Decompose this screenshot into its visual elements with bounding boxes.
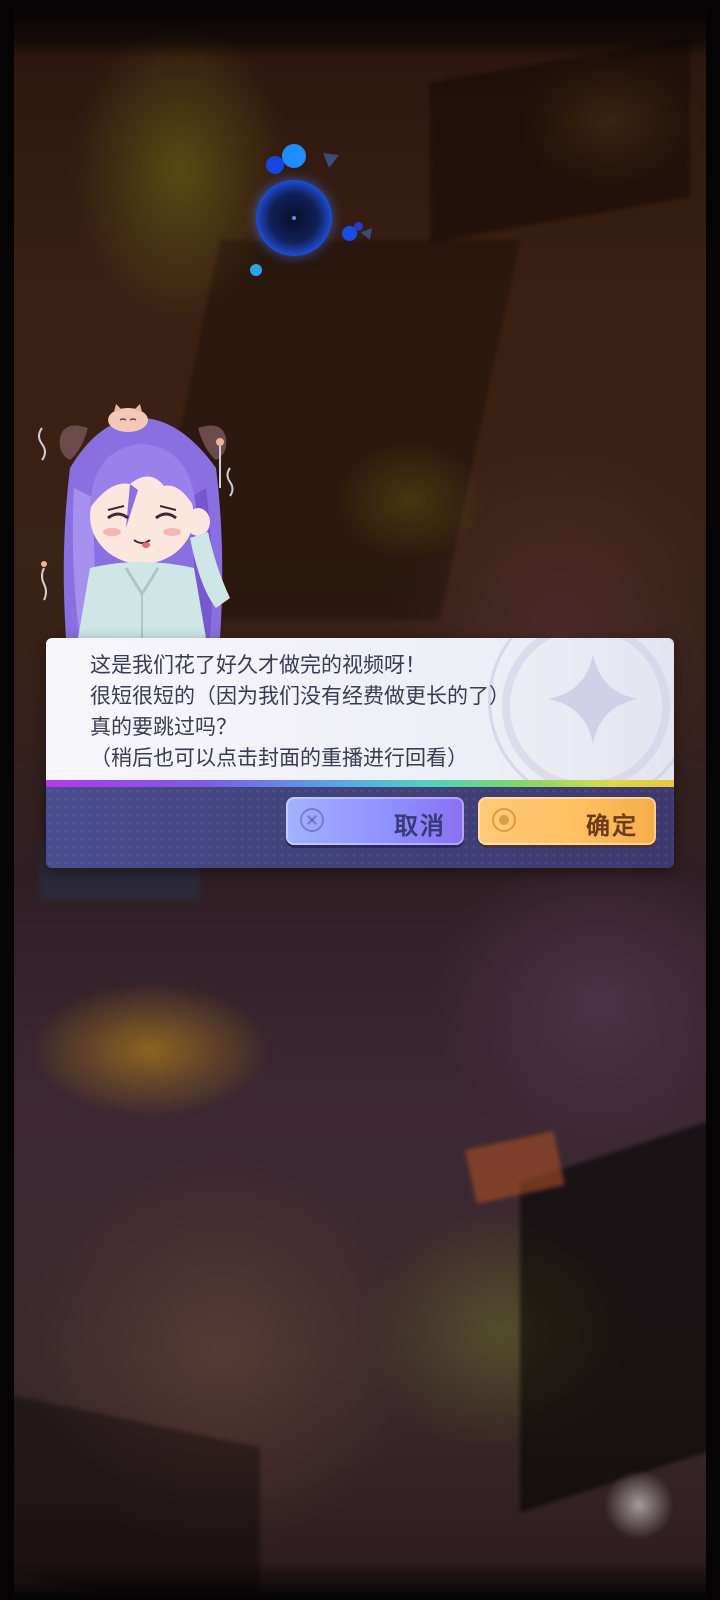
loading-orb-icon bbox=[256, 180, 332, 256]
chibi-girl-illustration bbox=[38, 404, 234, 638]
orb-particle bbox=[321, 152, 339, 170]
dialog-message: 这是我们花了好久才做完的视频呀！ 很短很短的（因为我们没有经费做更长的了） 真的… bbox=[90, 650, 650, 774]
confirm-circle-icon bbox=[492, 808, 516, 832]
cancel-button-label: 取消 bbox=[394, 811, 446, 840]
confirm-button[interactable]: 确定 bbox=[478, 797, 656, 845]
close-circle-icon bbox=[300, 808, 324, 832]
skip-video-dialog: 这是我们花了好久才做完的视频呀！ 很短很短的（因为我们没有经费做更长的了） 真的… bbox=[46, 638, 674, 868]
dialog-message-line: 这是我们花了好久才做完的视频呀！ bbox=[90, 653, 426, 677]
orb-particle bbox=[266, 156, 284, 174]
light-glow bbox=[604, 1470, 674, 1540]
left-frame-edge bbox=[0, 0, 14, 1600]
dialog-body: 这是我们花了好久才做完的视频呀！ 很短很短的（因为我们没有经费做更长的了） 真的… bbox=[46, 638, 674, 804]
orb-particle bbox=[282, 144, 306, 168]
bottom-vignette bbox=[0, 1560, 720, 1600]
orb-particle bbox=[354, 222, 363, 231]
dialog-message-line: （稍后也可以点击封面的重播进行回看） bbox=[90, 746, 468, 770]
confirm-button-label: 确定 bbox=[586, 811, 638, 840]
orb-particle bbox=[250, 264, 262, 276]
dialog-footer: 取消 确定 bbox=[46, 787, 674, 868]
rainbow-divider bbox=[46, 780, 674, 787]
cancel-button[interactable]: 取消 bbox=[286, 797, 464, 845]
dialog-message-line: 真的要跳过吗？ bbox=[90, 715, 237, 739]
top-vignette bbox=[0, 0, 720, 58]
right-frame-edge bbox=[706, 0, 720, 1600]
dialog-message-line: 很短很短的（因为我们没有经费做更长的了） bbox=[90, 684, 510, 708]
